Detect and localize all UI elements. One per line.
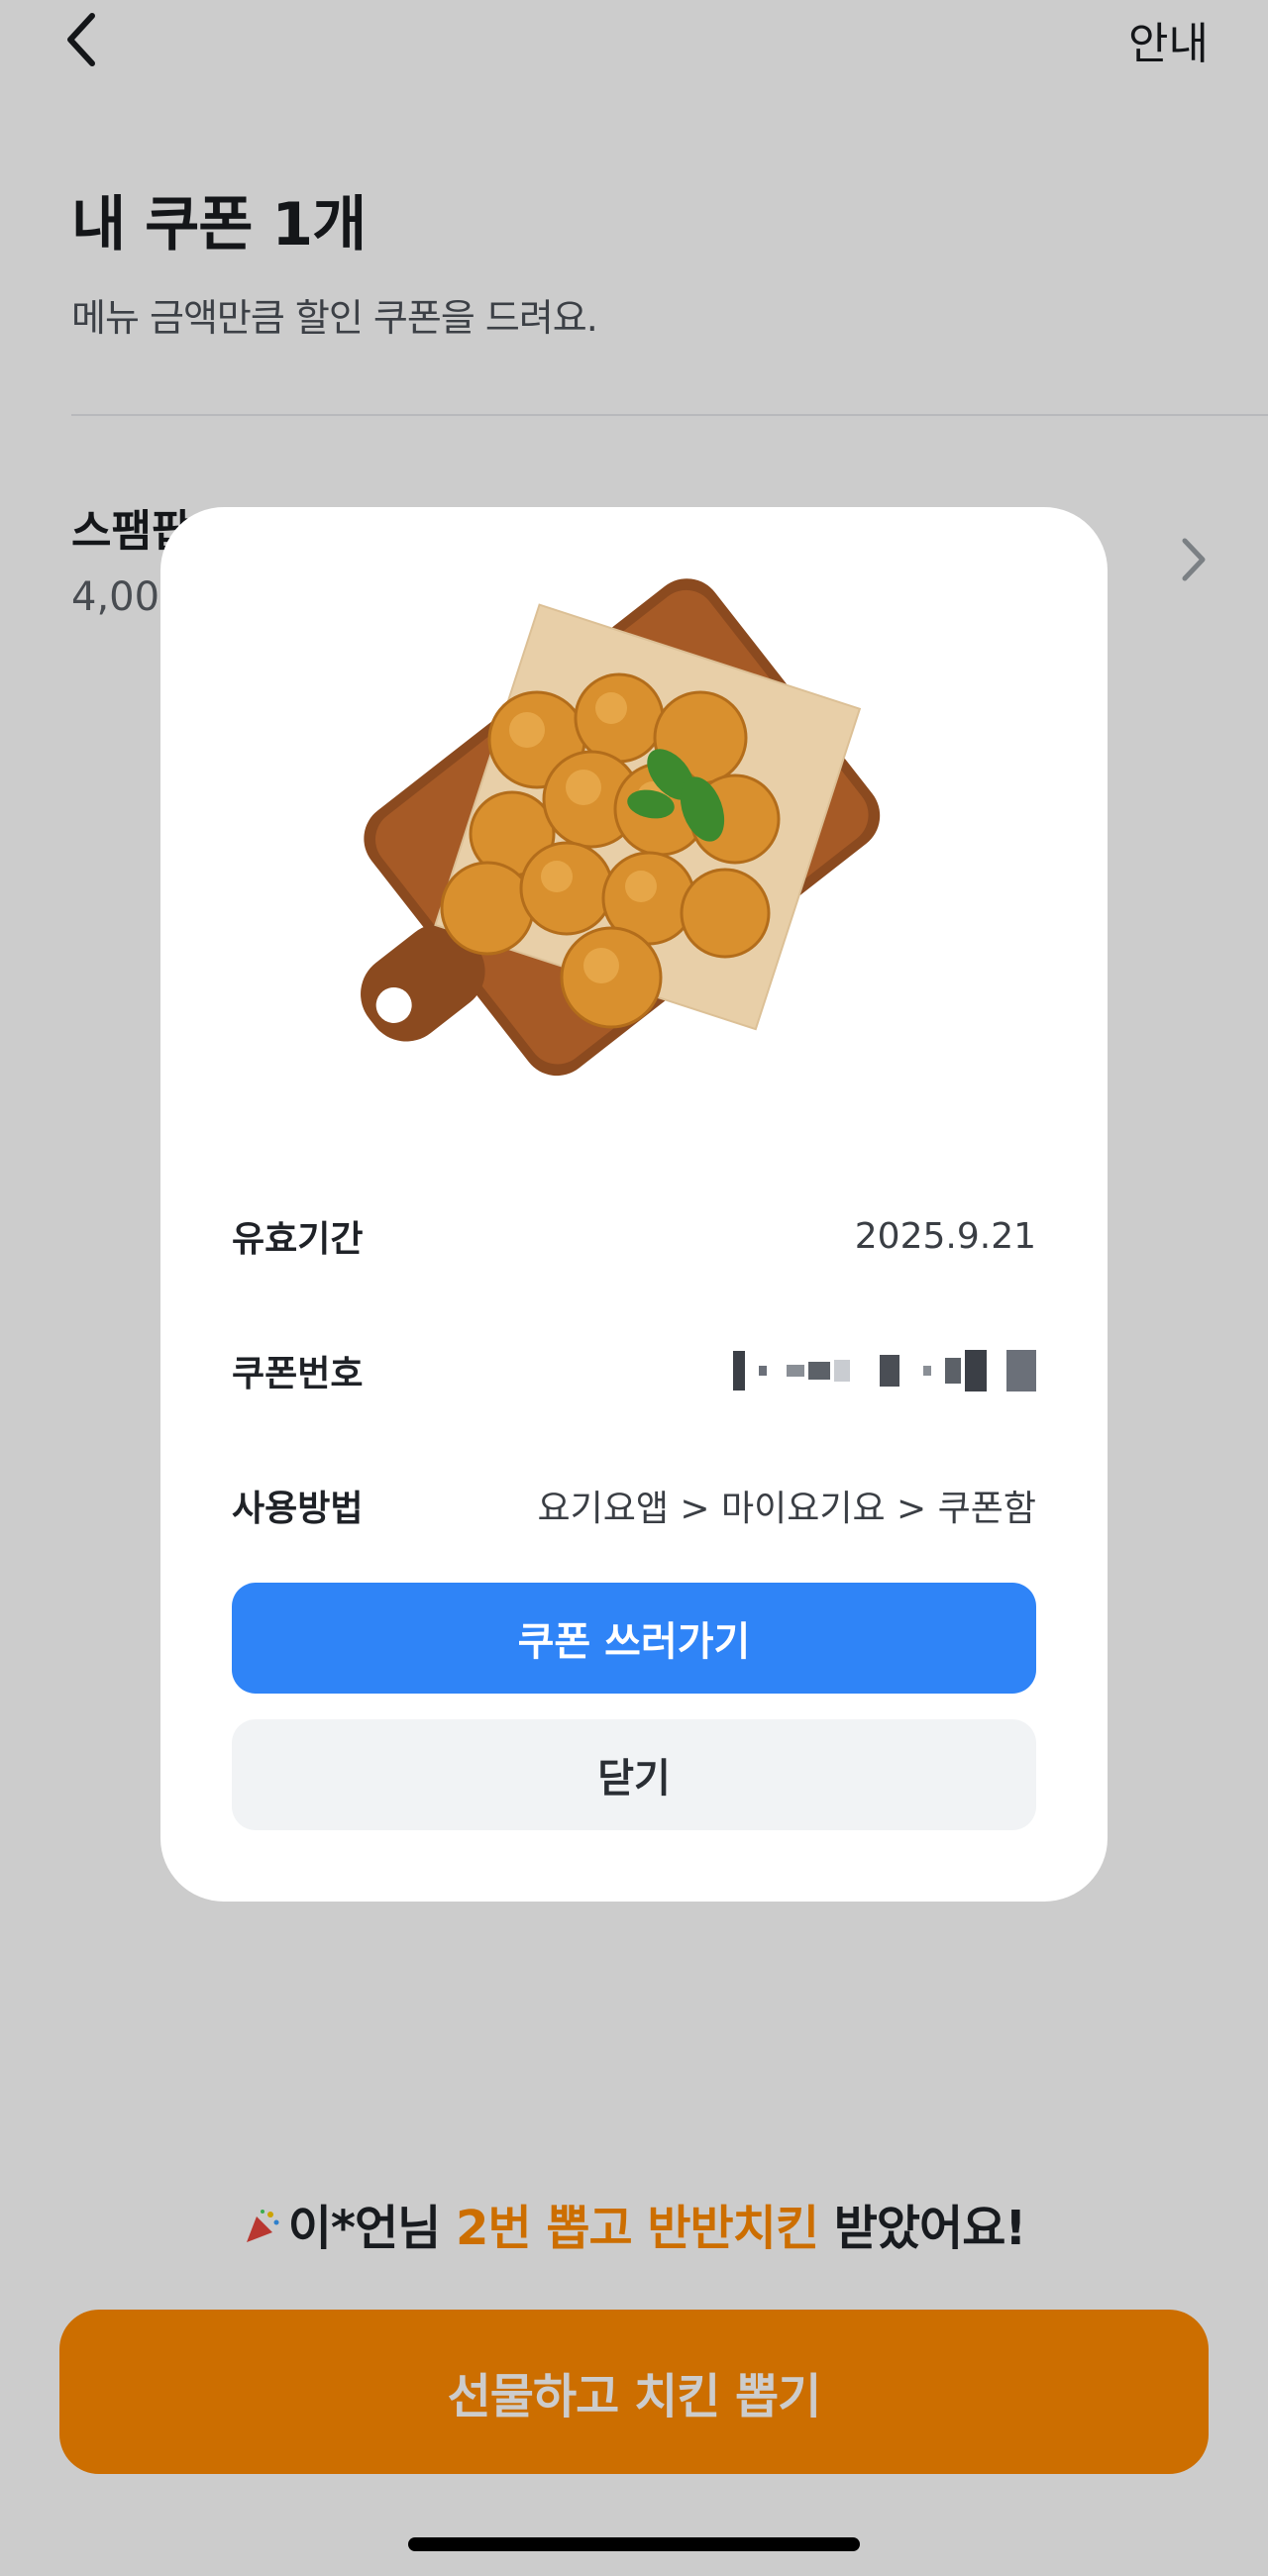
close-button[interactable]: 닫기 <box>232 1719 1036 1830</box>
validity-label: 유효기간 <box>232 1219 364 1260</box>
usage-value: 요기요앱 > 마이요기요 > 쿠폰함 <box>537 1489 1036 1529</box>
coupon-number-label: 쿠폰번호 <box>232 1354 364 1394</box>
masked-coupon-number <box>733 1348 1036 1393</box>
usage-label: 사용방법 <box>232 1489 364 1529</box>
coupon-detail-modal: 유효기간 2025.9.21 쿠폰번호 사용방법 요기요앱 > 마이요기요 > … <box>160 507 1108 1902</box>
popcorn-chicken-image <box>361 578 881 1077</box>
validity-value: 2025.9.21 <box>854 1215 1036 1257</box>
use-coupon-button[interactable]: 쿠폰 쓰러가기 <box>232 1583 1036 1694</box>
validity-row: 유효기간 2025.9.21 <box>232 1206 1036 1266</box>
home-indicator <box>408 2537 860 2551</box>
coupon-number-row: 쿠폰번호 <box>232 1341 1036 1400</box>
usage-row: 사용방법 요기요앱 > 마이요기요 > 쿠폰함 <box>232 1476 1036 1535</box>
